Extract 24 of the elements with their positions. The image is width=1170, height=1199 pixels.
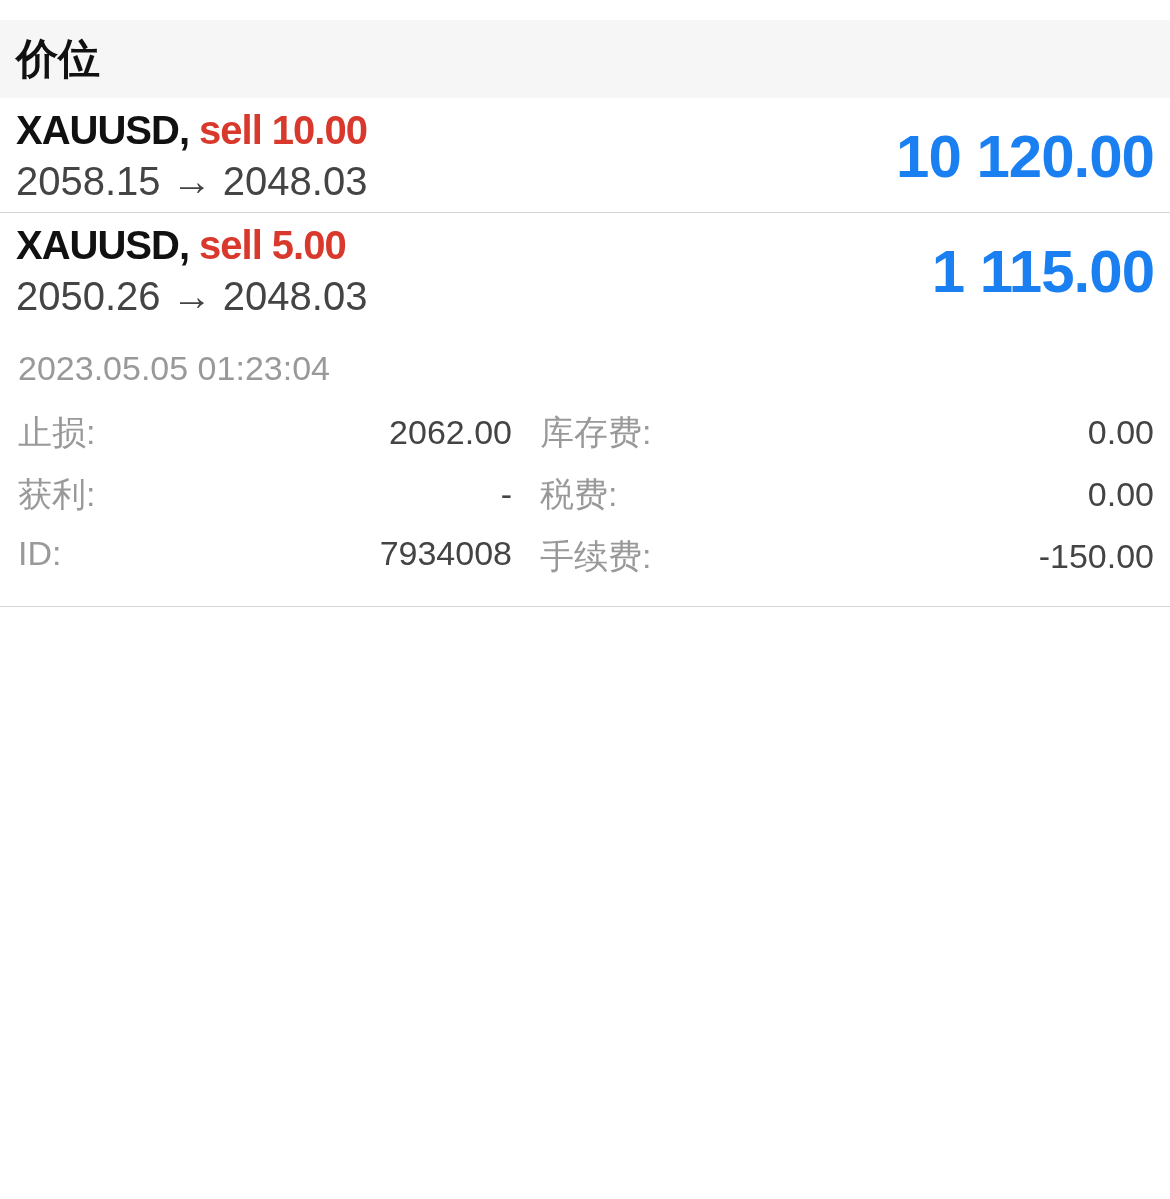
field-value: -	[500, 475, 512, 514]
order-side-text: sell 10.00	[199, 108, 367, 153]
field-label: 手续费:	[540, 536, 652, 577]
position-row[interactable]: XAUUSD, sell 10.00 2058.15 → 2048.03 10 120.00	[0, 98, 1170, 213]
price-text: 2050.26 → 2048.03	[16, 274, 368, 319]
field-value: 0.00	[1087, 475, 1154, 514]
field-label: 库存费:	[540, 412, 652, 453]
field-value: -150.00	[1038, 537, 1154, 576]
profit-text: 1 115.00	[931, 236, 1154, 306]
section-title: 价位	[16, 34, 100, 84]
symbol-text: XAUUSD,	[16, 108, 190, 153]
price-text: 2058.15 → 2048.03	[16, 159, 368, 204]
order-side-text: sell 5.00	[199, 223, 346, 268]
field-value: 0.00	[1087, 413, 1154, 452]
field-label: 止损:	[18, 412, 96, 453]
field-value: 7934008	[379, 534, 512, 573]
field-label: 获利:	[18, 474, 96, 515]
position-row[interactable]: XAUUSD, sell 5.00 2050.26 → 2048.03 1 115.00	[0, 213, 1170, 327]
field-value: 2062.00	[389, 413, 512, 452]
time-text: 2023.05.05 01:23:04	[18, 349, 331, 388]
symbol-text: XAUUSD,	[16, 223, 190, 268]
field-label: ID:	[18, 534, 62, 573]
profit-text: 10 120.00	[896, 121, 1154, 191]
field-label: 税费:	[540, 474, 618, 515]
